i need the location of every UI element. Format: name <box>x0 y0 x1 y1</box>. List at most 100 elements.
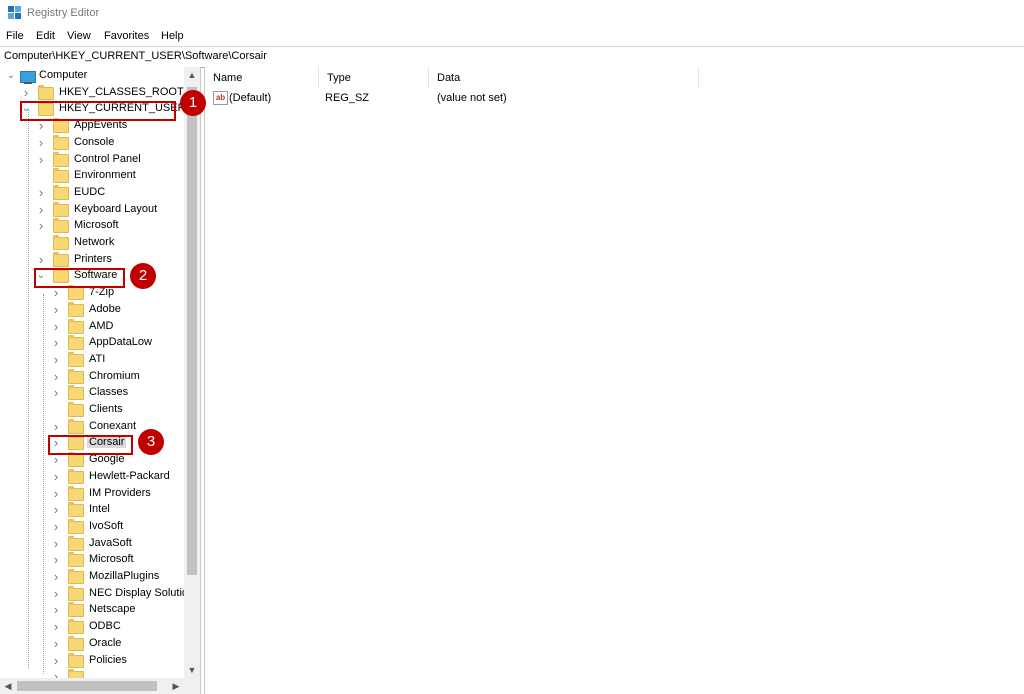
tree-guide-line <box>28 109 29 669</box>
tree-vertical-scrollbar[interactable]: ▲ ▼ <box>184 67 200 678</box>
chevron-right-icon[interactable]: › <box>51 385 61 401</box>
chevron-right-icon[interactable]: › <box>51 352 61 368</box>
chevron-right-icon[interactable]: › <box>51 619 61 635</box>
chevron-right-icon[interactable]: › <box>51 369 61 385</box>
folder-icon <box>68 301 84 317</box>
folder-icon <box>68 285 84 301</box>
menu-favorites[interactable]: Favorites <box>104 30 149 42</box>
chevron-down-icon[interactable]: ⌄ <box>6 68 16 84</box>
chevron-right-icon[interactable]: › <box>36 252 46 268</box>
chevron-right-icon[interactable]: › <box>36 218 46 234</box>
folder-icon <box>68 635 84 651</box>
folder-icon <box>68 552 84 568</box>
folder-icon <box>68 318 84 334</box>
folder-icon <box>68 368 84 384</box>
scroll-up-icon[interactable]: ▲ <box>184 67 200 83</box>
menu-help[interactable]: Help <box>161 30 184 42</box>
chevron-right-icon[interactable]: › <box>51 536 61 552</box>
folder-icon <box>68 468 84 484</box>
column-header-type[interactable]: Type <box>319 67 429 89</box>
chevron-right-icon[interactable]: › <box>51 486 61 502</box>
tree-node-hive[interactable]: › HKEY_CLASSES_ROOT <box>0 84 184 102</box>
scroll-thumb[interactable] <box>187 87 197 575</box>
tree-node-label: Microsoft <box>89 553 134 566</box>
tree-node-label: Clients <box>89 403 123 415</box>
chevron-right-icon[interactable]: › <box>51 335 61 351</box>
tree-node-label: AMD <box>89 319 114 332</box>
menu-file[interactable]: File <box>6 30 24 42</box>
folder-icon <box>53 168 69 184</box>
tree-guide-line <box>43 294 44 674</box>
tree-node-label: ODBC <box>89 620 121 633</box>
chevron-right-icon[interactable]: › <box>51 569 61 585</box>
tree-node-label: Microsoft <box>74 219 119 232</box>
tree-node-label: Console <box>74 135 115 148</box>
chevron-right-icon[interactable]: › <box>51 552 61 568</box>
chevron-right-icon[interactable]: › <box>51 602 61 618</box>
chevron-right-icon[interactable]: › <box>51 319 61 335</box>
values-pane[interactable]: Name Type Data ab (Default) REG_SZ (valu… <box>204 67 1024 694</box>
folder-icon <box>68 535 84 551</box>
value-name: (Default) <box>229 92 272 104</box>
callout-badge-2: 2 <box>130 263 156 289</box>
folder-icon <box>68 569 84 584</box>
chevron-right-icon[interactable]: › <box>36 135 46 151</box>
chevron-right-icon[interactable]: › <box>21 85 31 101</box>
tree-node-label: Control Panel <box>74 152 141 165</box>
tree-node-label: Netscape <box>89 603 136 616</box>
tree-node-label: Policies <box>89 653 127 666</box>
chevron-right-icon[interactable]: › <box>51 419 61 435</box>
chevron-right-icon[interactable]: › <box>36 202 46 218</box>
value-type: REG_SZ <box>325 92 370 104</box>
tree-node-label: Hewlett-Packard <box>89 469 170 482</box>
column-header-name[interactable]: Name <box>205 67 319 89</box>
folder-icon <box>68 485 84 501</box>
tree-node-label: Intel <box>89 503 110 516</box>
tree-node-label: Oracle <box>89 636 122 649</box>
tree-node-label: Printers <box>74 252 112 265</box>
title-bar: Registry Editor <box>0 0 1024 28</box>
folder-icon <box>68 402 84 417</box>
chevron-right-icon[interactable]: › <box>51 636 61 652</box>
scroll-left-icon[interactable]: ◀ <box>0 678 16 694</box>
scroll-down-icon[interactable]: ▼ <box>184 662 200 678</box>
tree-node-computer[interactable]: ⌄ Computer <box>0 68 184 85</box>
tree-horizontal-scrollbar[interactable]: ◀ ▶ <box>0 678 184 694</box>
chevron-right-icon[interactable]: › <box>51 502 61 518</box>
chevron-right-icon[interactable]: › <box>36 185 46 201</box>
tree-node-label: Conexant <box>89 419 137 432</box>
menu-view[interactable]: View <box>67 30 91 42</box>
folder-icon <box>53 134 69 150</box>
tree-node-label: IvoSoft <box>89 519 124 532</box>
folder-icon <box>68 585 84 601</box>
tree-node-label: JavaSoft <box>89 536 132 549</box>
callout-highlight-corsair <box>48 435 133 455</box>
tree-node-label: Adobe <box>89 302 121 315</box>
folder-icon <box>68 518 84 534</box>
menu-edit[interactable]: Edit <box>36 30 55 42</box>
tree-pane[interactable]: ⌄ Computer › HKEY_CLASSES_ROOT ⌄ HKEY_CURRENT… <box>0 67 201 694</box>
chevron-right-icon[interactable]: › <box>51 586 61 602</box>
string-value-icon: ab <box>213 91 228 105</box>
chevron-right-icon[interactable]: › <box>51 469 61 485</box>
address-bar[interactable]: Computer\HKEY_CURRENT_USER\Software\Cors… <box>0 46 1024 68</box>
tree-node-label: HKEY_CLASSES_ROOT <box>59 85 184 98</box>
tree-node-label: EUDC <box>74 185 106 198</box>
tree-node-label: NEC Display Solution <box>89 586 195 599</box>
tree-node-label: ATI <box>89 352 106 365</box>
chevron-right-icon[interactable]: › <box>51 519 61 535</box>
scroll-right-icon[interactable]: ▶ <box>168 678 184 694</box>
folder-icon <box>68 602 84 618</box>
computer-icon <box>20 71 36 84</box>
tree-node-label: AppDataLow <box>89 336 152 349</box>
chevron-right-icon[interactable]: › <box>51 302 61 318</box>
column-header-data[interactable]: Data <box>429 67 699 89</box>
scroll-thumb-horizontal[interactable] <box>17 681 157 691</box>
address-path[interactable]: Computer\HKEY_CURRENT_USER\Software\Cors… <box>4 50 267 62</box>
value-row[interactable]: ab (Default) REG_SZ (value not set) <box>205 89 1024 109</box>
folder-icon <box>53 218 69 234</box>
chevron-right-icon[interactable]: › <box>36 152 46 168</box>
chevron-right-icon[interactable]: › <box>51 653 61 669</box>
scrollbar-corner <box>184 678 200 694</box>
tree-node-label: Keyboard Layout <box>74 202 158 215</box>
